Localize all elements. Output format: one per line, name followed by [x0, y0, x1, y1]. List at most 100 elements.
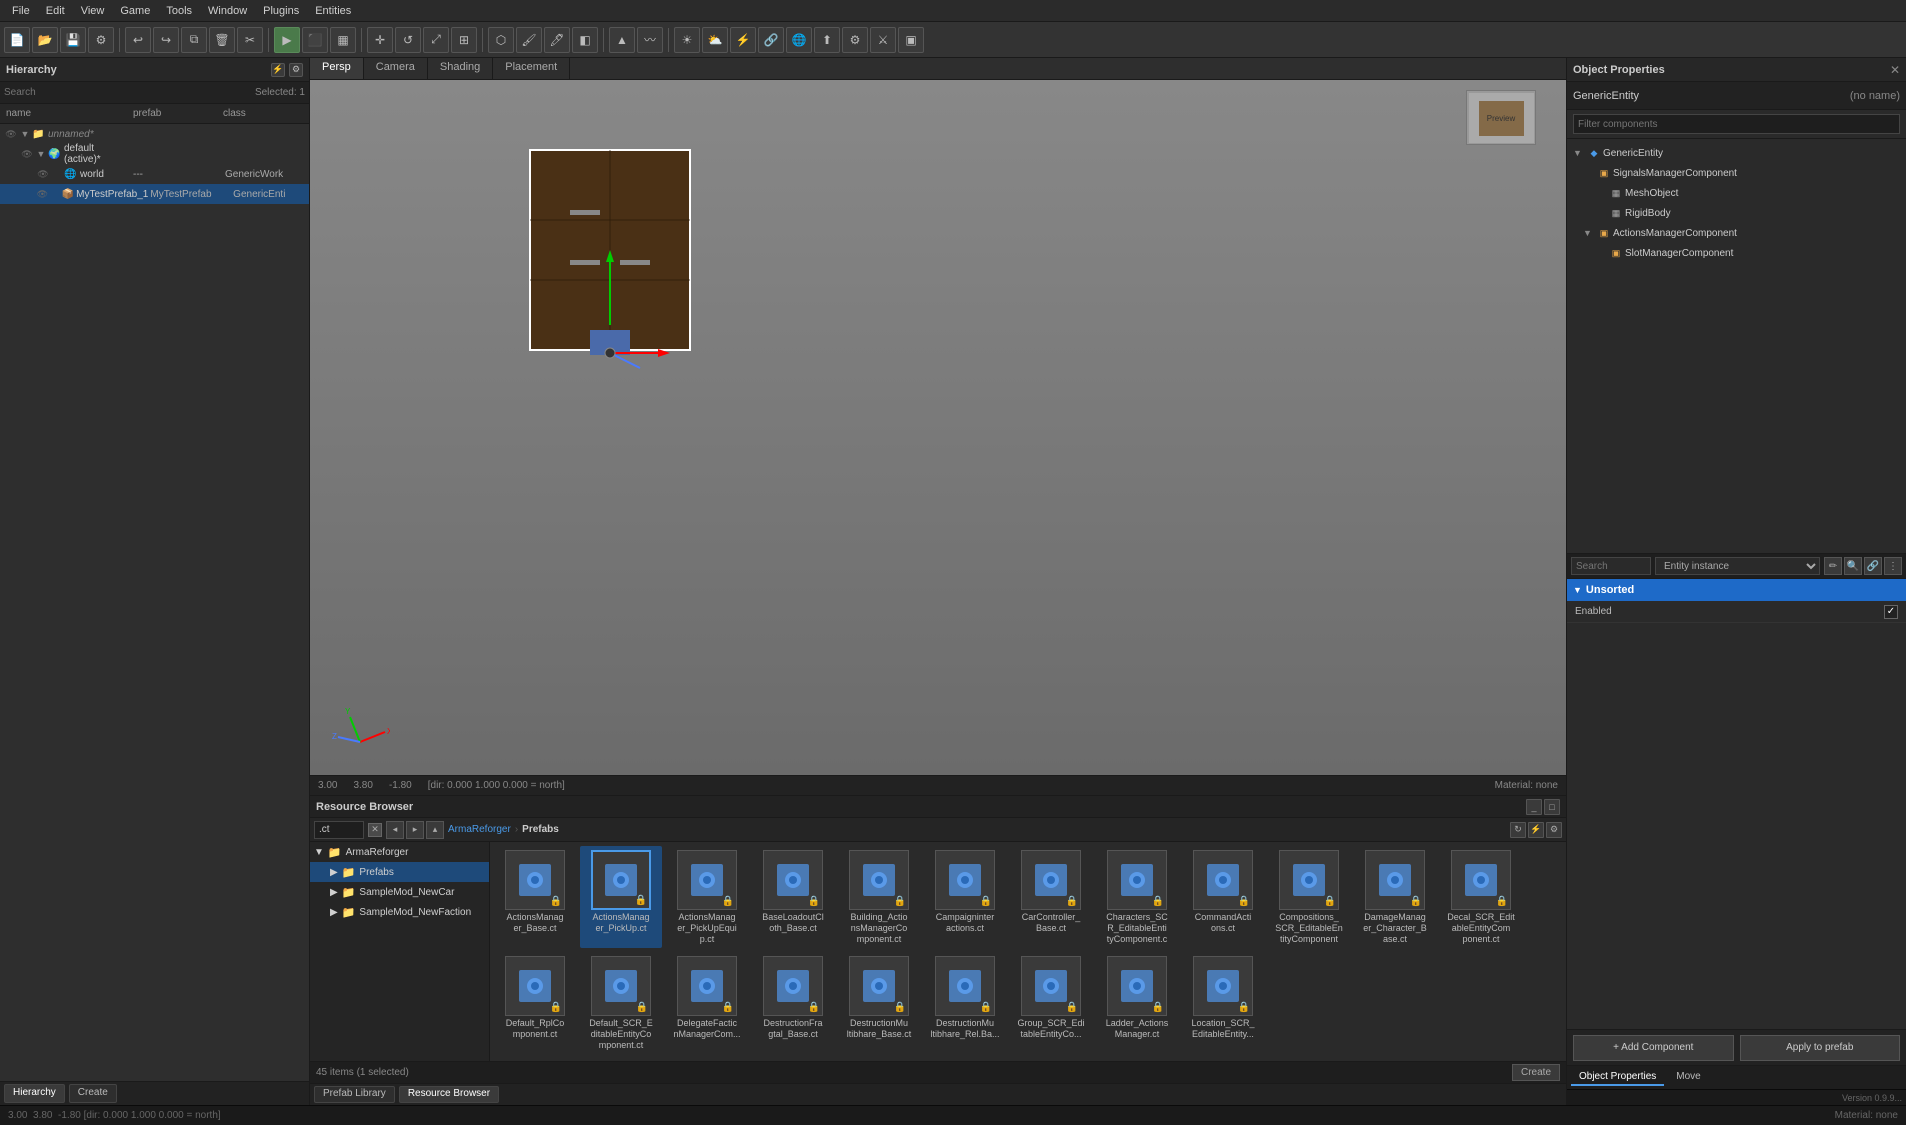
rp-search-edit-btn[interactable]: ✏: [1824, 557, 1842, 575]
viewport-canvas[interactable]: Preview X Y Z: [310, 80, 1566, 795]
rb-item-8[interactable]: 🔒 CommandActions.ct: [1182, 846, 1264, 948]
rb-tab-resource-browser[interactable]: Resource Browser: [399, 1086, 499, 1103]
rp-search-more-btn[interactable]: ⋮: [1884, 557, 1902, 575]
tab-camera[interactable]: Camera: [364, 58, 428, 79]
rb-item-13[interactable]: 🔒 Default_SCR_EditableEntityComponent.ct: [580, 952, 662, 1054]
rb-settings-btn[interactable]: ⚙: [1546, 822, 1562, 838]
undo-btn[interactable]: ↩: [125, 27, 151, 53]
menu-window[interactable]: Window: [200, 3, 255, 19]
rb-item-10[interactable]: 🔒 DamageManager_Character_Base.ct: [1354, 846, 1436, 948]
rb-item-9[interactable]: 🔒 Compositions_SCR_EditableEntityCompone…: [1268, 846, 1350, 948]
hierarchy-filter-btn[interactable]: ⚡: [271, 63, 285, 77]
transform-btn[interactable]: ⊞: [451, 27, 477, 53]
cloud-btn[interactable]: ⛅: [702, 27, 728, 53]
rb-item-17[interactable]: 🔒 DestructionMultibhare_Rel.Ba...: [924, 952, 1006, 1054]
rb-sidebar-arma[interactable]: ▼ 📁 ArmaReforger: [310, 842, 489, 862]
menu-entities[interactable]: Entities: [307, 3, 359, 19]
sun-btn[interactable]: ☀: [674, 27, 700, 53]
eye-icon-default[interactable]: 👁: [20, 149, 34, 160]
rb-item-2[interactable]: 🔒 ActionsManager_PickUpEquip.ct: [666, 846, 748, 948]
move-btn[interactable]: ✛: [367, 27, 393, 53]
hierarchy-search-input[interactable]: [4, 87, 251, 98]
rp-search-link-btn[interactable]: 🔗: [1864, 557, 1882, 575]
eye-icon-unnamed[interactable]: 👁: [4, 129, 18, 140]
hier-tab-hierarchy[interactable]: Hierarchy: [4, 1084, 65, 1103]
cube-btn[interactable]: ⬛: [302, 27, 328, 53]
rb-sidebar-newcar[interactable]: ▶ 📁 SampleMod_NewCar: [310, 882, 489, 902]
snap-btn[interactable]: ⚡: [730, 27, 756, 53]
rp-apply-prefab-btn[interactable]: Apply to prefab: [1740, 1035, 1901, 1061]
export-btn[interactable]: ⬆: [814, 27, 840, 53]
redo-btn[interactable]: ↪: [153, 27, 179, 53]
rb-path-input[interactable]: [314, 821, 364, 839]
rb-nav-forward[interactable]: ▸: [406, 821, 424, 839]
rb-item-1[interactable]: 🔒 ActionsManager_PickUp.ct: [580, 846, 662, 948]
rb-item-7[interactable]: 🔒 Characters_SCR_EditableEntityComponent…: [1096, 846, 1178, 948]
rb-item-19[interactable]: 🔒 Ladder_ActionsManager.ct: [1096, 952, 1178, 1054]
rb-create-btn[interactable]: Create: [1512, 1064, 1560, 1081]
rp-search-find-btn[interactable]: 🔍: [1844, 557, 1862, 575]
eraser-btn[interactable]: ◧: [572, 27, 598, 53]
rp-unsorted-header[interactable]: ▼ Unsorted: [1567, 579, 1906, 601]
rp-add-component-btn[interactable]: + Add Component: [1573, 1035, 1734, 1061]
rb-sidebar-prefabs[interactable]: ▶ 📁 Prefabs: [310, 862, 489, 882]
cut-btn[interactable]: ✂: [237, 27, 263, 53]
settings-btn[interactable]: ⚙: [88, 27, 114, 53]
tab-placement[interactable]: Placement: [493, 58, 570, 79]
rp-search-dropdown[interactable]: Entity instance: [1655, 557, 1820, 575]
rb-item-3[interactable]: 🔒 BaseLoadoutCloth_Base.ct: [752, 846, 834, 948]
rb-minimize-btn[interactable]: _: [1526, 799, 1542, 815]
rb-item-5[interactable]: 🔒 Campaigninteractions.ct: [924, 846, 1006, 948]
rb-item-0[interactable]: 🔒 ActionsManager_Base.ct: [494, 846, 576, 948]
rp-tree-rigidbody[interactable]: ▦ RigidBody: [1571, 203, 1902, 223]
globe-btn[interactable]: 🌐: [786, 27, 812, 53]
rb-item-12[interactable]: 🔒 Default_RplComponent.ct: [494, 952, 576, 1054]
rp-search-input[interactable]: [1571, 557, 1651, 575]
delete-btn[interactable]: 🗑: [209, 27, 235, 53]
save-btn[interactable]: 💾: [60, 27, 86, 53]
grid3-btn[interactable]: ▦: [330, 27, 356, 53]
rb-filter-btn[interactable]: ⚡: [1528, 822, 1544, 838]
hier-tab-create[interactable]: Create: [69, 1084, 117, 1103]
hierarchy-row-default[interactable]: 👁 ▼ 🌍 default (active)*: [0, 144, 309, 164]
rb-breadcrumb-prefabs[interactable]: Prefabs: [522, 824, 559, 835]
rb-refresh-btn[interactable]: ↻: [1510, 822, 1526, 838]
tab-shading[interactable]: Shading: [428, 58, 493, 79]
rp-panel-tab-move[interactable]: Move: [1668, 1069, 1708, 1086]
terrain-btn[interactable]: ▲: [609, 27, 635, 53]
rb-tab-prefab-library[interactable]: Prefab Library: [314, 1086, 395, 1103]
debug-btn[interactable]: ⚔: [870, 27, 896, 53]
rp-tree-slot-mgr[interactable]: ▣ SlotManagerComponent: [1571, 243, 1902, 263]
rb-path-clear[interactable]: ✕: [368, 823, 382, 837]
settings2-btn[interactable]: ⚙: [842, 27, 868, 53]
rp-close-btn[interactable]: ✕: [1890, 63, 1900, 77]
link-btn[interactable]: 🔗: [758, 27, 784, 53]
rb-item-15[interactable]: 🔒 DestructionFragtal_Base.ct: [752, 952, 834, 1054]
rb-sidebar-newfaction[interactable]: ▶ 📁 SampleMod_NewFaction: [310, 902, 489, 922]
rb-nav-up[interactable]: ▴: [426, 821, 444, 839]
rp-tree-mesh[interactable]: ▦ MeshObject: [1571, 183, 1902, 203]
rb-maximize-btn[interactable]: □: [1544, 799, 1560, 815]
hierarchy-row-myprefab[interactable]: 👁 📦 MyTestPrefab_1 MyTestPrefab GenericE…: [0, 184, 309, 204]
expand-default[interactable]: ▼: [36, 149, 46, 159]
rp-prop-enabled-checkbox[interactable]: [1884, 605, 1898, 619]
menu-game[interactable]: Game: [112, 3, 158, 19]
rb-item-11[interactable]: 🔒 Decal_SCR_EditableEntityComponent.ct: [1440, 846, 1522, 948]
expand-unnamed[interactable]: ▼: [20, 129, 30, 139]
rp-tree-actions-mgr[interactable]: ▼ ▣ ActionsManagerComponent: [1571, 223, 1902, 243]
tab-persp[interactable]: Persp: [310, 58, 364, 79]
rb-item-4[interactable]: 🔒 Building_ActionsManagerComponent.ct: [838, 846, 920, 948]
hierarchy-settings-btn[interactable]: ⚙: [289, 63, 303, 77]
rp-tree-generic-entity[interactable]: ▼ ◆ GenericEntity: [1571, 143, 1902, 163]
new-btn[interactable]: 📄: [4, 27, 30, 53]
copy-btn[interactable]: ⧉: [181, 27, 207, 53]
viewport-3d[interactable]: Preview X Y Z: [310, 80, 1566, 795]
menu-edit[interactable]: Edit: [38, 3, 73, 19]
play-btn[interactable]: ▶: [274, 27, 300, 53]
rp-filter-input[interactable]: [1573, 114, 1900, 134]
terminal-btn[interactable]: ▣: [898, 27, 924, 53]
menu-plugins[interactable]: Plugins: [255, 3, 307, 19]
scale-btn[interactable]: ⤢: [423, 27, 449, 53]
rb-item-20[interactable]: 🔒 Location_SCR_EditableEntity...: [1182, 952, 1264, 1054]
open-btn[interactable]: 📂: [32, 27, 58, 53]
